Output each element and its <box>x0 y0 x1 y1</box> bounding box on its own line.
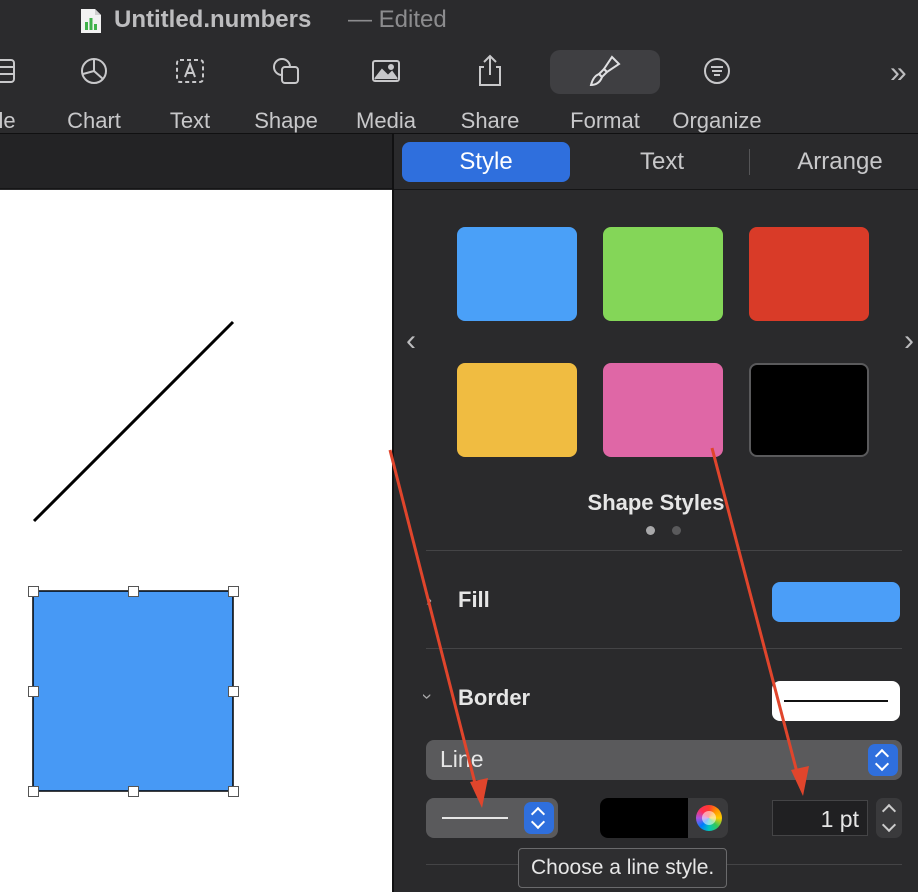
sheet-header-bar <box>0 134 392 189</box>
toolbar-chart-label: Chart <box>67 108 121 133</box>
stepper-up-icon[interactable] <box>876 798 902 818</box>
border-width-input[interactable]: 1 pt <box>772 800 868 836</box>
border-width-stepper[interactable] <box>876 798 902 838</box>
border-width-value: 1 pt <box>820 806 859 832</box>
toolbar-table-button[interactable]: ble <box>0 50 36 134</box>
resize-handle-bottom-right[interactable] <box>228 786 239 797</box>
shape-style-swatch-1[interactable] <box>457 227 577 321</box>
toolbar-chart-button[interactable]: Chart <box>56 50 132 134</box>
window-titlebar: Untitled.numbers — Edited <box>0 0 918 42</box>
line-style-updown-icon <box>524 802 554 834</box>
format-inspector: Style Text Arrange ‹ › Shape Styles › Fi… <box>394 134 918 892</box>
toolbar-share-button[interactable]: Share <box>452 50 528 134</box>
page-indicator-dot[interactable] <box>672 526 681 535</box>
shape-styles-caption: Shape Styles <box>587 490 725 515</box>
border-style-well[interactable] <box>772 681 900 721</box>
sheet-canvas[interactable] <box>0 190 392 892</box>
shape-style-swatch-5[interactable] <box>603 363 723 457</box>
shape-style-swatch-2[interactable] <box>603 227 723 321</box>
toolbar-format-button[interactable]: Format <box>550 50 660 134</box>
toolbar-media-label: Media <box>356 108 416 133</box>
resize-handle-bottom[interactable] <box>128 786 139 797</box>
toolbar-table-label: ble <box>0 108 16 133</box>
media-icon <box>372 60 400 82</box>
table-icon <box>0 59 15 83</box>
toolbar-format-label: Format <box>570 108 640 133</box>
shape-styles-next-arrow-icon[interactable]: › <box>904 324 914 358</box>
edited-status: — Edited <box>348 6 447 33</box>
line-shape[interactable] <box>32 320 235 523</box>
toolbar-organize-button[interactable]: Organize <box>670 50 764 134</box>
toolbar: ble Chart Text Shape Media Share <box>0 42 918 134</box>
toolbar-text-label: Text <box>169 108 211 133</box>
section-divider <box>426 648 902 649</box>
toolbar-shape-label: Shape <box>254 108 318 133</box>
stepper-down-icon[interactable] <box>876 818 902 838</box>
border-type-select[interactable]: Line <box>426 740 902 780</box>
resize-handle-left[interactable] <box>28 686 39 697</box>
toolbar-shape-button[interactable]: Shape <box>246 50 326 134</box>
resize-handle-top-left[interactable] <box>28 586 39 597</box>
line-style-tooltip: Choose a line style. <box>518 848 728 888</box>
tab-text[interactable]: Text <box>592 142 732 182</box>
shape-style-swatch-6[interactable] <box>749 363 869 457</box>
fill-disclosure-chevron-icon[interactable]: › <box>426 590 432 611</box>
fill-color-well[interactable] <box>772 582 900 622</box>
line-style-select[interactable] <box>426 798 558 838</box>
border-section-label[interactable]: Border <box>458 685 530 711</box>
border-disclosure-chevron-icon[interactable]: › <box>417 694 438 700</box>
toolbar-media-button[interactable]: Media <box>348 50 424 134</box>
resize-handle-right[interactable] <box>228 686 239 697</box>
canvas-drawing <box>32 320 235 792</box>
tab-separator <box>749 149 750 175</box>
border-preview-line <box>784 700 888 702</box>
chart-icon <box>81 58 107 84</box>
tab-style[interactable]: Style <box>402 142 570 182</box>
border-color-well[interactable] <box>600 798 728 838</box>
toolbar-text-button[interactable]: Text <box>152 50 228 134</box>
page-indicator-dot-active[interactable] <box>646 526 655 535</box>
paintbrush-icon <box>589 55 621 87</box>
shape-style-swatch-4[interactable] <box>457 363 577 457</box>
tab-arrange[interactable]: Arrange <box>766 142 914 182</box>
resize-handle-bottom-left[interactable] <box>28 786 39 797</box>
share-icon <box>479 54 501 86</box>
shape-style-swatch-3[interactable] <box>749 227 869 321</box>
window-title: Untitled.numbers <box>114 6 312 33</box>
resize-handle-top-right[interactable] <box>228 586 239 597</box>
fill-section-label[interactable]: Fill <box>458 587 490 613</box>
toolbar-organize-label: Organize <box>672 108 762 133</box>
toolbar-overflow-button[interactable]: » <box>890 56 907 90</box>
organize-icon <box>704 58 730 84</box>
inspector-tabs: Style Text Arrange <box>394 134 918 190</box>
toolbar-share-label: Share <box>460 108 520 133</box>
color-wheel-icon[interactable] <box>696 805 722 831</box>
resize-handle-top[interactable] <box>128 586 139 597</box>
text-box-icon <box>176 59 204 83</box>
shape-styles-prev-arrow-icon[interactable]: ‹ <box>406 324 416 358</box>
shape-icon <box>273 58 299 84</box>
border-type-value: Line <box>440 746 484 772</box>
line-style-preview <box>442 817 508 819</box>
border-color-swatch[interactable] <box>600 798 688 838</box>
numbers-document-icon <box>81 9 101 33</box>
selected-square-shape[interactable] <box>32 590 234 792</box>
section-divider <box>426 550 902 551</box>
border-type-updown-icon <box>868 744 898 776</box>
